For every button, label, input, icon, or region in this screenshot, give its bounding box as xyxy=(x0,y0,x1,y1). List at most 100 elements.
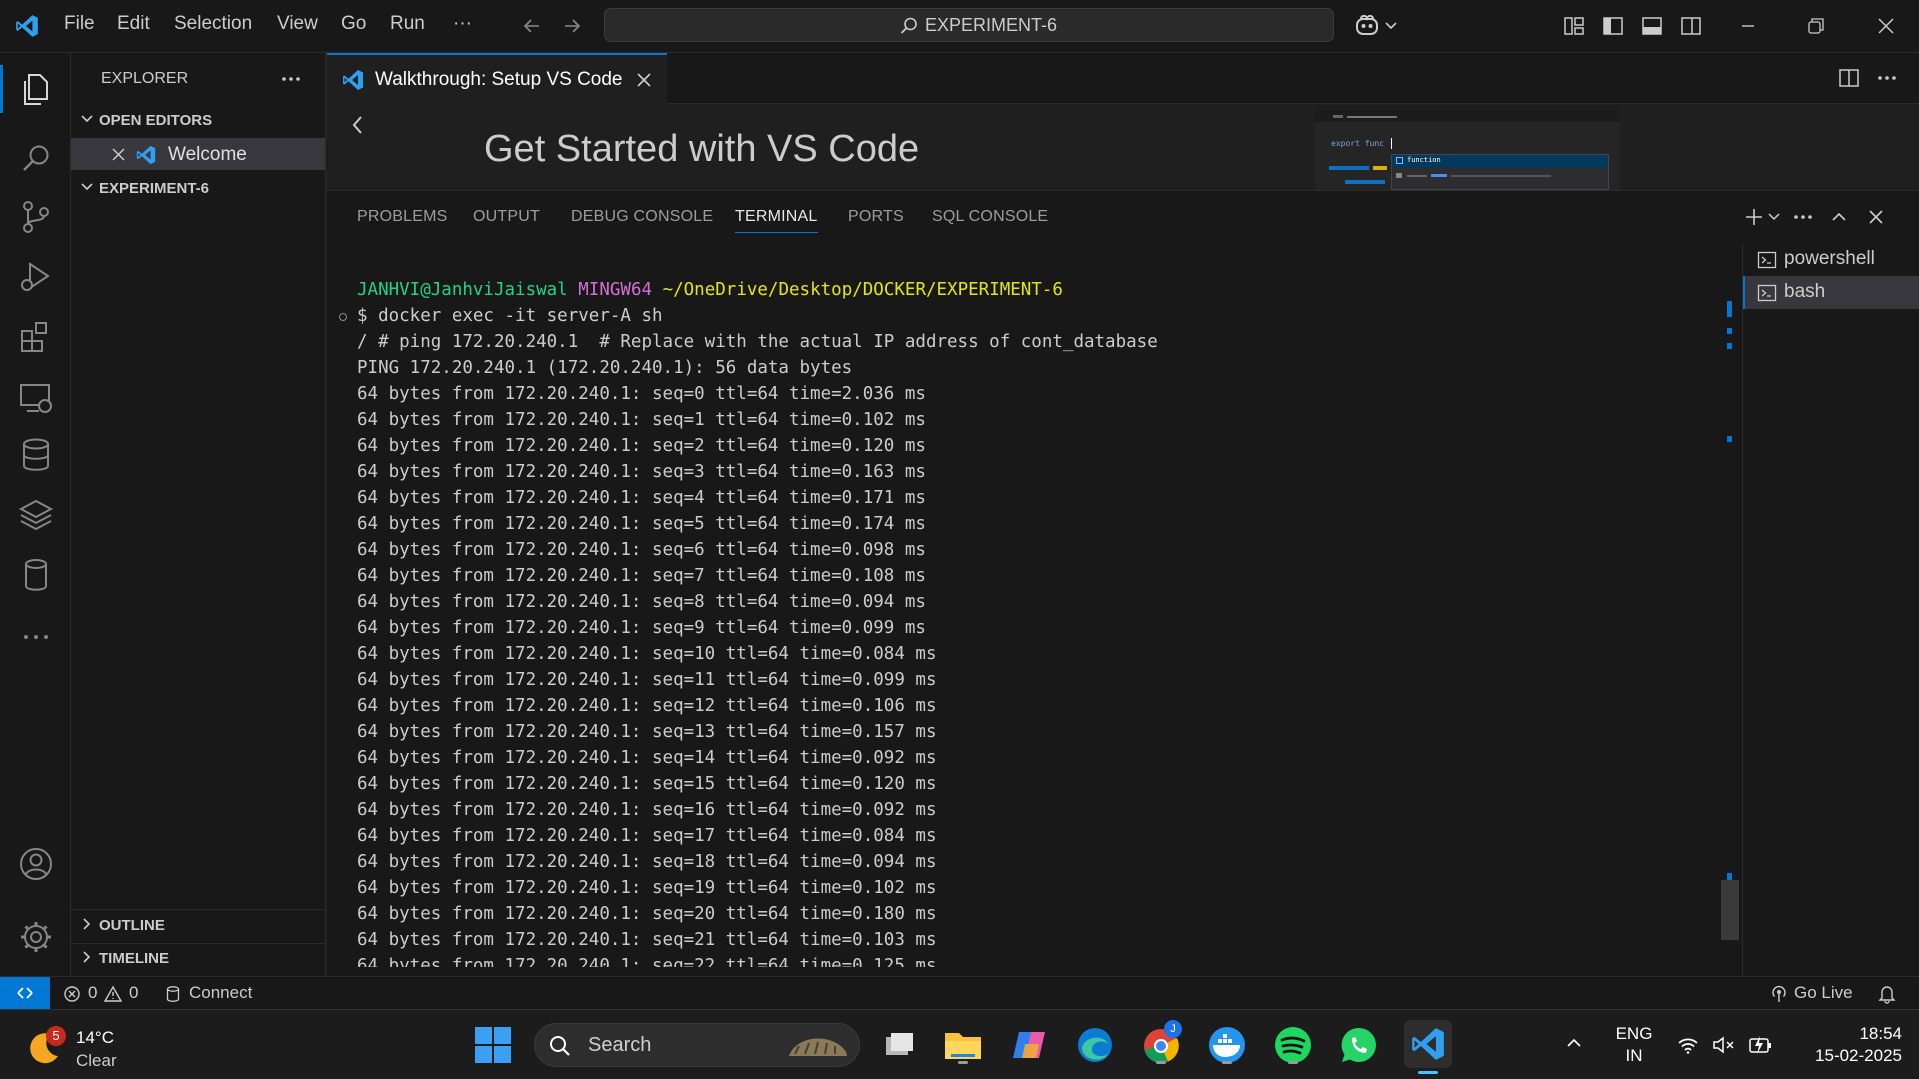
tab-ports[interactable]: PORTS xyxy=(848,208,904,226)
open-editor-welcome[interactable]: Welcome xyxy=(71,138,325,170)
taskbar-edge[interactable] xyxy=(1074,1024,1116,1066)
taskbar-copilot[interactable] xyxy=(1009,1024,1051,1066)
nav-forward-icon[interactable] xyxy=(562,16,582,36)
tab-debug-console[interactable]: DEBUG CONSOLE xyxy=(571,208,713,226)
vscode-logo-icon xyxy=(16,15,38,37)
connect-status[interactable]: Connect xyxy=(165,983,265,1005)
source-control-icon[interactable] xyxy=(14,195,58,239)
taskbar-vscode[interactable] xyxy=(1404,1020,1452,1074)
clock[interactable]: 18:54 15-02-2025 xyxy=(1790,1024,1902,1068)
more-views-icon[interactable] xyxy=(14,615,58,659)
weather-widget[interactable]: 5 14°C Clear xyxy=(24,1016,144,1074)
tab-problems[interactable]: PROBLEMS xyxy=(357,208,448,226)
back-chevron-icon[interactable] xyxy=(349,114,367,136)
search-placeholder: Search xyxy=(588,1034,652,1056)
layers-icon[interactable] xyxy=(14,493,58,537)
timeline-label: TIMELINE xyxy=(99,950,169,967)
outline-label: OUTLINE xyxy=(99,917,165,934)
maximize-panel-icon[interactable] xyxy=(1830,208,1848,226)
taskbar-file-explorer[interactable] xyxy=(942,1024,984,1066)
new-terminal-icon[interactable] xyxy=(1743,206,1765,228)
close-window-icon[interactable] xyxy=(1876,16,1896,36)
toggle-secondary-sidebar-icon[interactable] xyxy=(1680,15,1702,37)
menu-go[interactable]: Go xyxy=(341,13,366,35)
sidebar-title: EXPLORER xyxy=(101,70,189,87)
windows-start-icon[interactable] xyxy=(474,1026,512,1064)
notifications-bell-icon[interactable] xyxy=(1878,984,1896,1004)
taskbar-spotify[interactable] xyxy=(1272,1024,1314,1066)
tab-walkthrough[interactable]: Walkthrough: Setup VS Code xyxy=(327,53,667,104)
taskbar-docker[interactable] xyxy=(1206,1024,1248,1066)
go-live-label: Go Live xyxy=(1794,983,1853,1002)
menu-selection[interactable]: Selection xyxy=(174,13,252,35)
volume-muted-icon[interactable] xyxy=(1712,1035,1736,1055)
close-icon[interactable] xyxy=(111,147,126,162)
remote-indicator[interactable] xyxy=(0,977,50,1010)
taskbar-chrome[interactable]: J xyxy=(1140,1020,1182,1066)
extensions-icon[interactable] xyxy=(14,315,58,359)
settings-gear-icon[interactable] xyxy=(14,915,58,959)
tab-output[interactable]: OUTPUT xyxy=(473,208,540,226)
prompt-path: ~/OneDrive/Desktop/DOCKER/EXPERIMENT-6 xyxy=(662,280,1063,300)
close-panel-icon[interactable] xyxy=(1867,208,1885,226)
minimize-icon[interactable] xyxy=(1738,16,1758,36)
wifi-icon[interactable] xyxy=(1677,1035,1699,1055)
terminal-item-powershell[interactable]: powershell xyxy=(1743,243,1919,276)
search-view-icon[interactable] xyxy=(14,137,58,181)
taskbar-task-view[interactable] xyxy=(878,1024,920,1066)
chevron-down-icon[interactable] xyxy=(1767,211,1781,223)
vscode-file-icon xyxy=(343,70,363,90)
whatsapp-icon xyxy=(1341,1027,1376,1063)
menu-view[interactable]: View xyxy=(277,13,318,35)
ping-reply: 64 bytes from 172.20.240.1: seq=19 ttl=6… xyxy=(357,878,937,898)
menu-edit[interactable]: Edit xyxy=(117,13,150,35)
show-hidden-icons-chevron[interactable] xyxy=(1565,1035,1583,1051)
sql-database-icon[interactable] xyxy=(14,553,58,597)
panel-more-actions-icon[interactable] xyxy=(1792,209,1814,225)
run-debug-icon[interactable] xyxy=(14,255,58,299)
terminal-item-bash[interactable]: bash xyxy=(1743,276,1919,309)
split-editor-icon[interactable] xyxy=(1838,67,1860,89)
tab-label: Walkthrough: Setup VS Code xyxy=(375,69,623,90)
ping-reply: 64 bytes from 172.20.240.1: seq=1 ttl=64… xyxy=(357,410,926,430)
terminal-list: powershell bash xyxy=(1742,243,1919,977)
tab-terminal[interactable]: TERMINAL xyxy=(735,208,818,233)
terminal-scrollbar[interactable] xyxy=(1721,243,1739,977)
open-editors-section[interactable]: OPEN EDITORS xyxy=(79,112,212,129)
nav-back-icon[interactable] xyxy=(522,16,542,36)
copilot-icon[interactable] xyxy=(1354,13,1382,39)
chevron-down-icon[interactable] xyxy=(1384,19,1398,33)
restore-icon[interactable] xyxy=(1806,16,1826,36)
status-bar: 0 0 Connect Go Live xyxy=(0,976,1919,1010)
menu-file[interactable]: File xyxy=(64,13,95,35)
go-live-button[interactable]: Go Live xyxy=(1770,983,1870,1005)
editor-more-actions-icon[interactable] xyxy=(1876,70,1898,86)
ping-reply: 64 bytes from 172.20.240.1: seq=12 ttl=6… xyxy=(357,696,937,716)
customize-layout-icon[interactable] xyxy=(1563,15,1585,37)
toggle-panel-icon[interactable] xyxy=(1641,15,1663,37)
edge-browser-icon xyxy=(1078,1028,1112,1062)
folder-section[interactable]: EXPERIMENT-6 xyxy=(79,180,209,197)
menu-run[interactable]: Run xyxy=(390,13,425,35)
outline-section[interactable]: OUTLINE xyxy=(79,917,165,934)
prompt-user: JANHVI@JanhviJaiswal xyxy=(357,280,568,300)
battery-charging-icon[interactable] xyxy=(1748,1034,1774,1056)
spotify-icon xyxy=(1275,1027,1311,1063)
ping-reply: 64 bytes from 172.20.240.1: seq=6 ttl=64… xyxy=(357,540,926,560)
tab-sql-console[interactable]: SQL CONSOLE xyxy=(932,208,1048,226)
accounts-icon[interactable] xyxy=(14,842,58,886)
taskbar-search[interactable]: Search xyxy=(534,1023,860,1067)
language-indicator[interactable]: ENG IN xyxy=(1614,1024,1654,1068)
close-tab-icon[interactable] xyxy=(636,72,652,88)
toggle-primary-sidebar-icon[interactable] xyxy=(1602,15,1624,37)
menu-more[interactable]: ··· xyxy=(453,13,472,35)
remote-explorer-icon[interactable] xyxy=(14,375,58,419)
terminal-output[interactable]: JANHVI@JanhviJaiswal MINGW64 ~/OneDrive/… xyxy=(357,277,1737,967)
more-actions-icon[interactable] xyxy=(280,71,302,87)
database-icon[interactable] xyxy=(14,433,58,477)
timeline-section[interactable]: TIMELINE xyxy=(79,950,169,967)
command-center-search[interactable]: EXPERIMENT-6 xyxy=(604,8,1334,42)
explorer-icon[interactable] xyxy=(14,67,58,111)
taskbar-whatsapp[interactable] xyxy=(1338,1024,1380,1066)
ping-reply: 64 bytes from 172.20.240.1: seq=13 ttl=6… xyxy=(357,722,937,742)
